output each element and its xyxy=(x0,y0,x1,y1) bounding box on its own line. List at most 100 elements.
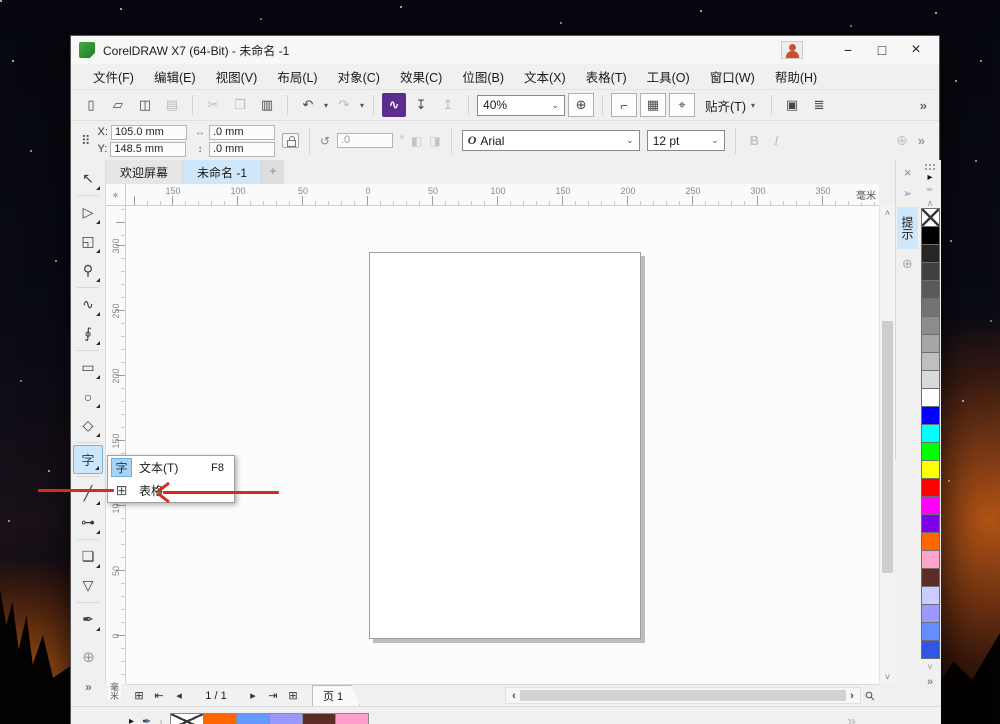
document-color-swatch[interactable] xyxy=(334,713,369,724)
connector-tool[interactable]: ⊶ xyxy=(73,508,103,537)
status-eyedropper-icon[interactable]: ✒ xyxy=(142,715,151,724)
show-rulers-button[interactable]: ⌐ xyxy=(611,93,638,117)
font-list-combo[interactable]: O Arial ⌄ xyxy=(461,130,640,151)
next-page-button[interactable]: ▸ xyxy=(244,689,262,702)
chevron-down-icon[interactable]: ▾ xyxy=(324,101,328,110)
horizontal-ruler[interactable]: 毫米 150 100 50 0 50 100 150 200 250 300 350 xyxy=(126,184,879,206)
tab-welcome-screen[interactable]: 欢迎屏幕 xyxy=(106,160,184,184)
menu-edit[interactable]: 编辑(E) xyxy=(144,63,206,90)
account-sign-in-icon[interactable] xyxy=(781,41,803,59)
color-swatch[interactable] xyxy=(920,586,940,605)
polygon-tool[interactable]: ◇ xyxy=(73,411,103,440)
vertical-scrollbar[interactable]: ˄ ˅ xyxy=(879,206,895,684)
page-tab[interactable]: 页 1 xyxy=(312,685,360,707)
first-page-button[interactable]: ⇤ xyxy=(150,689,168,702)
new-document-button[interactable]: ▯ xyxy=(79,93,103,117)
chevron-down-icon[interactable]: ⌄ xyxy=(707,135,719,146)
snap-dropdown[interactable]: 贴齐(T) ▾ xyxy=(698,94,763,117)
scroll-left-button[interactable]: ‹ xyxy=(508,690,520,702)
menu-help[interactable]: 帮助(H) xyxy=(765,63,827,90)
color-swatch[interactable] xyxy=(920,424,940,443)
paste-button[interactable]: ▥ xyxy=(255,93,279,117)
last-page-button[interactable]: ⇥ xyxy=(264,689,282,702)
color-swatch[interactable] xyxy=(920,208,940,227)
docker-close-button[interactable]: × xyxy=(904,165,912,180)
lock-ratio-button[interactable] xyxy=(281,133,299,148)
text-tool[interactable]: 字 xyxy=(73,445,103,474)
color-swatch[interactable] xyxy=(920,298,940,317)
palette-grip-handle[interactable] xyxy=(924,163,936,170)
menu-bitmaps[interactable]: 位图(B) xyxy=(452,63,514,90)
show-grid-button[interactable]: ▦ xyxy=(640,93,667,117)
color-swatch[interactable] xyxy=(920,388,940,407)
font-size-combo[interactable]: 12 pt ⌄ xyxy=(646,130,725,151)
transparency-tool[interactable]: ▽ xyxy=(73,571,103,600)
save-document-button[interactable]: ◫ xyxy=(133,93,157,117)
color-swatch[interactable] xyxy=(920,622,940,641)
application-settings-button[interactable]: ≣ xyxy=(807,93,831,117)
menu-effects[interactable]: 效果(C) xyxy=(390,63,452,90)
height-field[interactable]: .0 mm xyxy=(208,141,275,157)
propbar-overflow-button[interactable]: » xyxy=(918,133,925,148)
width-field[interactable]: .0 mm xyxy=(208,124,275,140)
x-position-field[interactable]: 105.0 mm xyxy=(110,124,187,140)
zoom-tool[interactable]: ⚲ xyxy=(73,256,103,285)
color-swatch[interactable] xyxy=(920,280,940,299)
ellipse-tool[interactable]: ○ xyxy=(73,382,103,411)
horizontal-scrollbar-thumb[interactable] xyxy=(520,690,846,701)
toolbar-overflow-button[interactable]: » xyxy=(920,98,931,113)
menu-object[interactable]: 对象(C) xyxy=(328,63,390,90)
parallel-dimension-tool[interactable]: ╱ xyxy=(73,479,103,508)
artistic-media-tool[interactable]: ∮ xyxy=(73,319,103,348)
color-swatch[interactable] xyxy=(920,370,940,389)
insert-page-button[interactable]: ⊞ xyxy=(284,689,302,702)
document-page[interactable] xyxy=(369,252,641,639)
color-swatch[interactable] xyxy=(920,262,940,281)
color-swatch[interactable] xyxy=(920,532,940,551)
color-swatch[interactable] xyxy=(920,316,940,335)
prev-page-button[interactable]: ◂ xyxy=(170,689,188,702)
tab-untitled-1[interactable]: 未命名 -1 xyxy=(183,160,263,184)
hints-docker-tab[interactable]: 提示 xyxy=(897,207,918,249)
rotation-angle-field[interactable]: .0 xyxy=(337,133,393,148)
color-swatch[interactable] xyxy=(920,604,940,623)
pick-tool[interactable]: ↖ xyxy=(73,164,103,193)
maximize-button[interactable]: □ xyxy=(865,37,899,63)
zoom-level-combo[interactable]: 40% ⌄ xyxy=(477,94,566,116)
menu-table[interactable]: 表格(T) xyxy=(576,63,637,90)
undo-button[interactable]: ↶ xyxy=(296,93,320,117)
document-color-swatch[interactable] xyxy=(301,713,336,724)
scroll-up-button[interactable]: ˄ xyxy=(880,206,895,220)
minimize-button[interactable]: − xyxy=(831,37,865,63)
menu-layout[interactable]: 布局(L) xyxy=(267,63,327,90)
color-swatch[interactable] xyxy=(920,334,940,353)
palette-scroll-down-button[interactable]: ˅ xyxy=(927,662,933,673)
color-swatch[interactable] xyxy=(920,460,940,479)
color-swatch[interactable] xyxy=(920,514,940,533)
document-color-swatch[interactable] xyxy=(268,713,303,724)
toolbox-add-button[interactable]: ⊕ xyxy=(71,648,106,666)
add-page-button[interactable]: ⊞ xyxy=(130,689,148,702)
document-color-swatch[interactable] xyxy=(169,713,204,724)
new-document-tab-button[interactable]: + xyxy=(262,160,285,184)
color-swatch[interactable] xyxy=(920,496,940,515)
color-swatch[interactable] xyxy=(920,442,940,461)
app-launcher-button[interactable]: ∿ xyxy=(382,93,407,117)
drop-shadow-tool[interactable]: ❏ xyxy=(73,542,103,571)
color-swatch[interactable] xyxy=(920,226,940,245)
toolbox-overflow-button[interactable]: » xyxy=(71,680,106,694)
docker-add-button[interactable]: ⊕ xyxy=(902,256,913,272)
scroll-right-button[interactable]: › xyxy=(846,690,858,702)
snap-indicator-button[interactable]: ⌖ xyxy=(669,93,696,117)
rectangle-tool[interactable]: ▭ xyxy=(73,353,103,382)
chevron-down-icon[interactable]: ⌄ xyxy=(622,135,634,146)
drawing-canvas[interactable] xyxy=(126,206,879,684)
color-swatch[interactable] xyxy=(920,406,940,425)
vertical-ruler[interactable]: 300 250 200 150 100 50 0 xyxy=(106,206,126,684)
open-document-button[interactable]: ▱ xyxy=(106,93,130,117)
menu-text[interactable]: 文本(X) xyxy=(514,63,576,90)
menu-tools[interactable]: 工具(O) xyxy=(637,63,700,90)
pan-zoom-icon[interactable]: ⚲ xyxy=(859,684,882,707)
scroll-down-button[interactable]: ˅ xyxy=(880,670,895,684)
color-swatch[interactable] xyxy=(920,352,940,371)
